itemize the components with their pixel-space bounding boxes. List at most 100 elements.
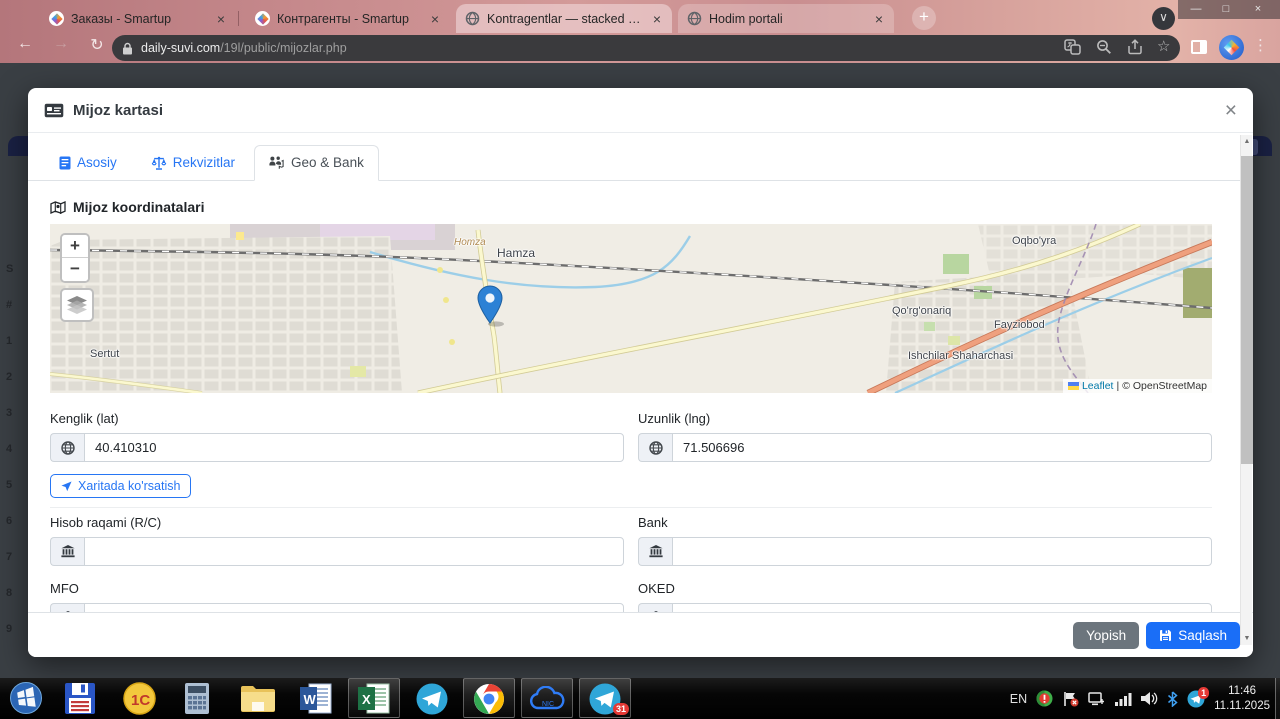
url-bar[interactable]: daily-suvi.com/19l/public/mijozlar.php	[112, 35, 1180, 61]
reload-icon[interactable]: ↻	[84, 35, 110, 55]
lat-label: Kenglik (lat)	[50, 411, 119, 426]
browser-tab-hodim[interactable]: Hodim portali ×	[678, 4, 894, 33]
attribution-divider: |	[1116, 380, 1120, 392]
browser-menu-icon[interactable]: ⋮	[1253, 36, 1268, 54]
zoom-in-button[interactable]: +	[62, 235, 88, 258]
cloud-app-running-slot[interactable]: NIC	[521, 678, 573, 718]
translate-icon[interactable]	[1064, 39, 1081, 55]
map-zoom-control: + −	[60, 233, 90, 283]
mijoz-kartasi-modal: Mijoz kartasi × Asosiy Rekvizitlar Geo &…	[28, 88, 1253, 657]
browser-tab-kontragenty[interactable]: Контрагенты - Smartup ×	[246, 4, 450, 33]
show-on-map-button[interactable]: Xaritada ko'rsatish	[50, 474, 192, 498]
map-location-icon	[50, 200, 66, 214]
scroll-up-icon[interactable]: ▲	[1241, 135, 1253, 148]
map-attribution: Leaflet | © OpenStreetMap	[1062, 379, 1212, 393]
telegram-tray-icon[interactable]: 1	[1187, 686, 1210, 708]
action-center-flag-icon[interactable]	[1062, 691, 1079, 707]
telegram-app-icon[interactable]	[415, 682, 449, 716]
network-pc-icon[interactable]	[1088, 691, 1106, 707]
save-floppy-icon	[1160, 629, 1172, 641]
tab-close-icon[interactable]: ×	[873, 11, 885, 27]
window-restore-button[interactable]: □	[1212, 0, 1240, 19]
side-panel-icon[interactable]	[1191, 40, 1207, 54]
language-indicator[interactable]: EN	[1010, 692, 1027, 706]
bank-icon	[50, 603, 84, 612]
signal-bars-icon[interactable]	[1115, 692, 1132, 706]
browser-tab-zakazy[interactable]: Заказы - Smartup ×	[40, 4, 236, 33]
browser-tab-kontragentlar-active[interactable]: Kontragentlar — stacked modal ( ×	[456, 4, 672, 33]
share-icon[interactable]	[1127, 39, 1144, 55]
tab-title: Заказы - Smartup	[71, 11, 172, 26]
profile-avatar[interactable]	[1219, 35, 1244, 60]
leaflet-link[interactable]: Leaflet	[1082, 380, 1114, 392]
background-table-left-edge: S # 12 34 56 78 9	[6, 263, 14, 635]
leaflet-map[interactable]: Homza Hamza Oqbo'yra Qo'rg'onariq Fayzio…	[50, 224, 1212, 393]
map-layers-control[interactable]	[60, 288, 94, 322]
start-button[interactable]	[9, 681, 43, 715]
word-app-icon[interactable]: W	[299, 682, 333, 715]
latitude-input[interactable]	[84, 433, 624, 462]
bank-icon	[638, 603, 672, 612]
scrollbar-thumb[interactable]	[1241, 156, 1253, 464]
new-tab-button[interactable]: +	[912, 6, 936, 30]
oked-label: OKED	[638, 581, 675, 596]
calculator-app-icon[interactable]	[181, 682, 213, 715]
map-tiles	[50, 224, 1212, 393]
floppy-app-icon[interactable]	[63, 682, 97, 715]
account-number-input[interactable]	[84, 537, 624, 566]
scroll-down-icon[interactable]: ▼	[1241, 632, 1253, 645]
tab-rekvizitlar[interactable]: Rekvizitlar	[136, 145, 250, 181]
system-tray: EN 1 11:46 11.11.2025	[1010, 678, 1270, 719]
tray-clock[interactable]: 11:46 11.11.2025	[1214, 684, 1270, 714]
1c-app-icon[interactable]: 1С	[122, 682, 157, 715]
volume-icon[interactable]	[1141, 691, 1158, 706]
account-label: Hisob raqami (R/C)	[50, 515, 162, 530]
back-icon[interactable]: ←	[12, 35, 38, 53]
file-explorer-icon[interactable]	[239, 682, 277, 714]
globe-favicon	[687, 11, 702, 26]
show-desktop-button[interactable]	[1275, 678, 1280, 719]
map-label-hamza: Hamza	[497, 246, 536, 260]
zoom-out-button[interactable]: −	[62, 258, 88, 281]
ukraine-flag-icon	[1067, 382, 1079, 390]
zoom-search-icon[interactable]	[1096, 39, 1112, 55]
tab-separator	[238, 11, 239, 26]
longitude-input[interactable]	[672, 433, 1212, 462]
tab-title: Hodim portali	[709, 11, 783, 26]
modal-scrollbar[interactable]: ▲ ▼	[1240, 135, 1253, 645]
mfo-label: MFO	[50, 581, 79, 596]
bluetooth-icon[interactable]	[1167, 690, 1178, 707]
tab-close-icon[interactable]: ×	[651, 11, 663, 27]
window-close-button[interactable]: ×	[1244, 0, 1272, 19]
antivirus-tray-icon[interactable]	[1036, 690, 1053, 707]
window-minimize-button[interactable]: —	[1182, 0, 1210, 19]
tab-close-icon[interactable]: ×	[215, 11, 227, 27]
tab-search-chevron-icon[interactable]: ∨	[1152, 7, 1175, 30]
bank-name-input[interactable]	[672, 537, 1212, 566]
modal-footer: Yopish Saqlash	[28, 612, 1253, 657]
save-button[interactable]: Saqlash	[1146, 621, 1240, 649]
close-modal-button[interactable]: Yopish	[1073, 621, 1140, 649]
url-path: /19l/public/mijozlar.php	[220, 41, 347, 55]
bank-label: Bank	[638, 515, 668, 530]
excel-running-slot[interactable]: X	[348, 678, 400, 718]
svg-text:W: W	[304, 692, 317, 707]
oked-input[interactable]	[672, 603, 1212, 612]
tab-title: Kontragentlar — stacked modal (	[487, 11, 644, 26]
tab-asosiy[interactable]: Asosiy	[44, 145, 132, 181]
tab-geo-bank[interactable]: Geo & Bank	[254, 145, 379, 181]
modal-close-icon[interactable]: ×	[1225, 100, 1237, 121]
map-label-homza: Homza	[454, 237, 486, 248]
map-marker-pin[interactable]	[477, 285, 507, 327]
tab-close-icon[interactable]: ×	[429, 11, 441, 27]
telegram-badged-running-slot[interactable]: 31	[579, 678, 631, 718]
windows-taskbar: 1С W X NIC 31 EN 1 11:46 11.11.2025	[0, 678, 1280, 719]
osm-link[interactable]: © OpenStreetMap	[1122, 380, 1207, 392]
map-label-oqboyra: Oqbo'yra	[1012, 235, 1057, 247]
mfo-input[interactable]	[84, 603, 624, 612]
bookmark-star-icon[interactable]: ☆	[1157, 37, 1170, 55]
lng-label: Uzunlik (lng)	[638, 411, 711, 426]
forward-icon[interactable]: →	[48, 35, 74, 53]
location-arrow-icon	[61, 480, 72, 491]
chrome-running-slot[interactable]	[463, 678, 515, 718]
